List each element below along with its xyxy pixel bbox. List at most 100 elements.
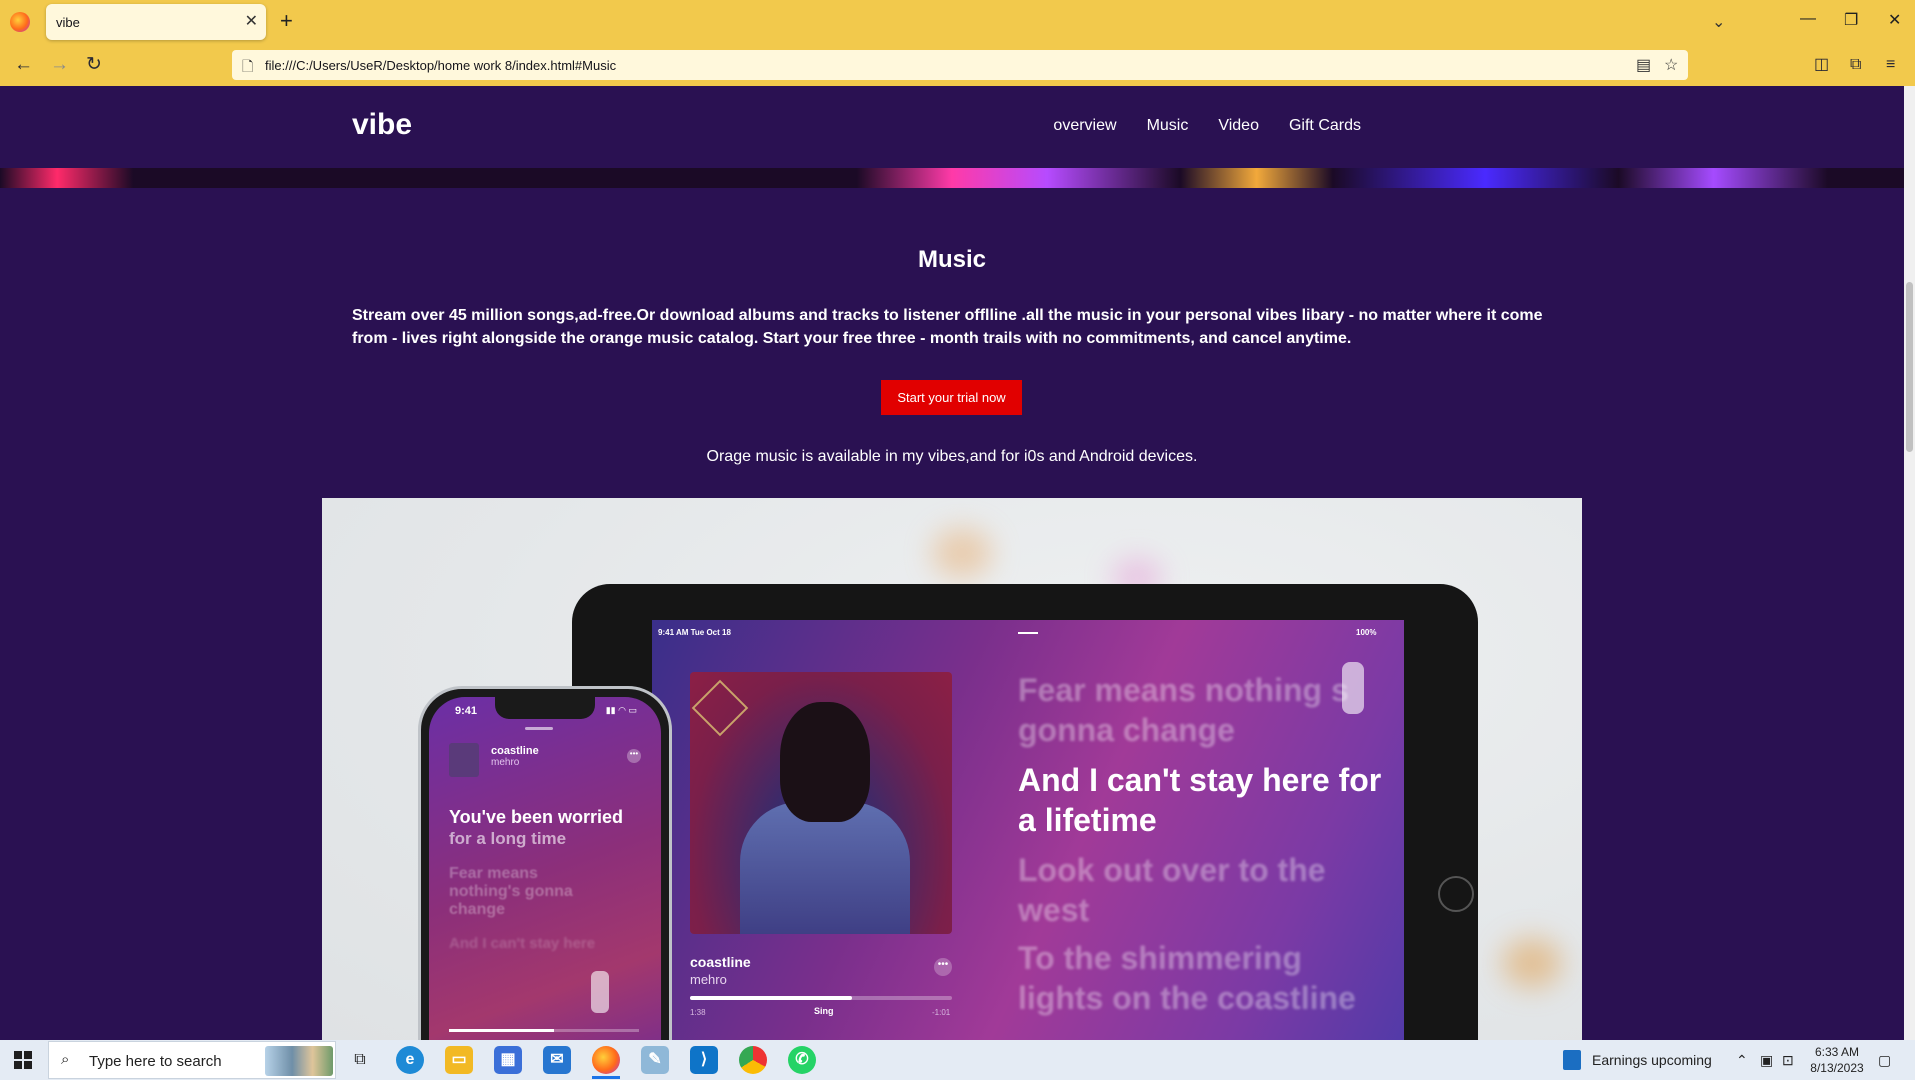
tablet-lyric-line: To the shimmering lights on the coastlin… [1018,940,1356,1016]
phone-grabber [525,727,553,730]
phone-lyric-line: And I can't stay here [449,935,596,952]
tablet-camera [1438,876,1474,912]
search-icon: ⌕ [61,1051,70,1068]
clock-time: 6:33 AM [1814,1045,1860,1059]
browser-nav-bar: ← → ↻ 🗋 file:///C:/Users/UseR/Desktop/ho… [0,44,1915,86]
section-title: Music [917,246,986,273]
tablet-progress-fill [690,996,853,1000]
phone-notch [495,697,595,719]
news-icon[interactable] [1563,1050,1581,1070]
edge-icon[interactable]: e [396,1046,424,1074]
whatsapp-icon[interactable]: ✆ [788,1046,816,1074]
bookmark-star-icon[interactable]: ☆ [1664,55,1678,75]
bokeh-blob [1502,938,1562,988]
windows-start-icon[interactable] [14,1051,32,1069]
clock-date: 8/13/2023 [1810,1061,1864,1075]
tablet-sing-label: Sing [814,1006,834,1016]
nav-link-music[interactable]: Music [1147,117,1189,135]
restore-icon[interactable]: ❐ [1844,10,1858,30]
scrollbar-thumb[interactable] [1906,282,1913,452]
phone-status-time: 9:41 [455,705,478,717]
vscode-icon[interactable]: ⟩ [690,1046,718,1074]
chrome-icon[interactable] [739,1046,767,1074]
chevron-down-icon[interactable]: ⌄ [1712,12,1725,32]
tablet-lyric-line: Fear means nothing s gonna change [1018,672,1349,748]
start-trial-button[interactable]: Start your trial now [881,380,1022,415]
brand-logo[interactable]: vibe [352,108,412,142]
tablet-device: 9:41 AM Tue Oct 18 100% coastline mehro … [572,584,1478,1040]
forward-icon[interactable]: → [50,54,69,76]
phone-song-title: coastline [491,745,539,757]
notification-icon[interactable]: ▢ [1878,1052,1891,1069]
network-icon[interactable]: ⊡ [1782,1052,1794,1069]
back-icon[interactable]: ← [14,54,33,76]
phone-screen: 9:41 ▮▮ ◠ ▭ coastline mehro ••• You've b… [429,697,661,1040]
album-art [690,672,952,934]
search-highlight-image [265,1046,333,1076]
minimize-icon[interactable]: — [1800,10,1816,28]
nav-link-video[interactable]: Video [1218,117,1259,135]
window-close-icon[interactable]: ✕ [1888,10,1901,30]
active-app-indicator [592,1076,620,1079]
tablet-song-title: coastline [690,954,751,970]
search-placeholder: Type here to search [89,1053,222,1070]
close-icon[interactable]: ✕ [245,11,258,31]
phone-artist: mehro [491,757,520,768]
taskbar-search-box[interactable]: ⌕ Type here to search [48,1041,336,1079]
nav-link-overview[interactable]: overview [1053,117,1116,135]
web-page: vibe overview Music Video Gift Cards Mus… [0,86,1904,1040]
tablet-lyric-current: And I can't stay here for a lifetime [1018,762,1382,838]
meet-icon[interactable]: ▣ [1760,1052,1773,1069]
tablet-lyric-line: Look out over to the west [1018,852,1326,928]
phone-volume-pill [591,971,609,1013]
site-header: vibe overview Music Video Gift Cards [0,86,1904,168]
tablet-grabber [1018,632,1038,634]
phone-lyric-current: You've been worried [449,807,623,827]
tablet-battery: 100% [1356,628,1377,637]
plus-icon[interactable]: + [280,9,293,33]
task-view-icon[interactable]: ⧉ [346,1046,374,1074]
mail-icon[interactable]: ✉ [543,1046,571,1074]
section-description: Stream over 45 million songs,ad-free.Or … [352,307,1543,347]
firefox-taskbar-icon[interactable] [592,1046,620,1074]
bokeh-blob [932,528,992,578]
browser-tab-bar: vibe ✕ + ⌄ — ❐ ✕ [0,0,1915,44]
url-bar[interactable]: 🗋 file:///C:/Users/UseR/Desktop/home wor… [232,50,1688,80]
browser-tab[interactable]: vibe ✕ [46,4,266,40]
taskbar-clock[interactable]: 6:33 AM 8/13/2023 [1809,1044,1865,1076]
reader-view-icon[interactable]: ▤ [1636,55,1651,75]
site-nav: overview Music Video Gift Cards [1053,117,1361,135]
signal-wifi-battery-icon: ▮▮ ◠ ▭ [605,705,637,715]
store-icon[interactable]: ▦ [494,1046,522,1074]
tablet-progress-bar [690,996,952,1000]
pocket-icon[interactable]: ◫ [1814,54,1829,76]
extensions-icon[interactable]: ⧉ [1850,54,1861,76]
menu-icon[interactable]: ≡ [1886,54,1895,76]
notepad-icon[interactable]: ✎ [641,1046,669,1074]
page-scrollbar[interactable] [1904,86,1915,1040]
news-text[interactable]: Earnings upcoming [1592,1052,1712,1068]
phone-progress-fill [449,1029,554,1032]
tab-title: vibe [56,15,80,30]
nav-link-gift-cards[interactable]: Gift Cards [1289,117,1361,135]
album-figure-head [780,702,870,822]
more-icon: ••• [934,958,952,976]
phone-device: 9:41 ▮▮ ◠ ▭ coastline mehro ••• You've b… [418,686,672,1040]
reload-icon[interactable]: ↻ [86,54,102,76]
url-text[interactable]: file:///C:/Users/UseR/Desktop/home work … [265,58,616,73]
album-logo-icon [691,679,749,737]
tablet-status-time: 9:41 AM Tue Oct 18 [658,628,731,637]
more-icon: ••• [627,749,641,763]
firefox-icon[interactable] [10,12,30,32]
tablet-screen: 9:41 AM Tue Oct 18 100% coastline mehro … [652,620,1404,1040]
chevron-up-icon[interactable]: ⌃ [1736,1052,1748,1069]
tablet-volume-pill [1342,662,1364,714]
phone-lyric-line: Fear means nothing's gonna change [449,865,573,918]
tablet-time-remaining: -1:01 [932,1008,951,1017]
phone-progress-bar [449,1029,639,1032]
file-explorer-icon[interactable]: ▭ [445,1046,473,1074]
tablet-time-elapsed: 1:38 [690,1008,706,1017]
devices-hero-image: 9:41 AM Tue Oct 18 100% coastline mehro … [322,498,1582,1040]
phone-lyric-line: for a long time [449,829,567,848]
availability-text: Orage music is available in my vibes,and… [706,448,1198,465]
